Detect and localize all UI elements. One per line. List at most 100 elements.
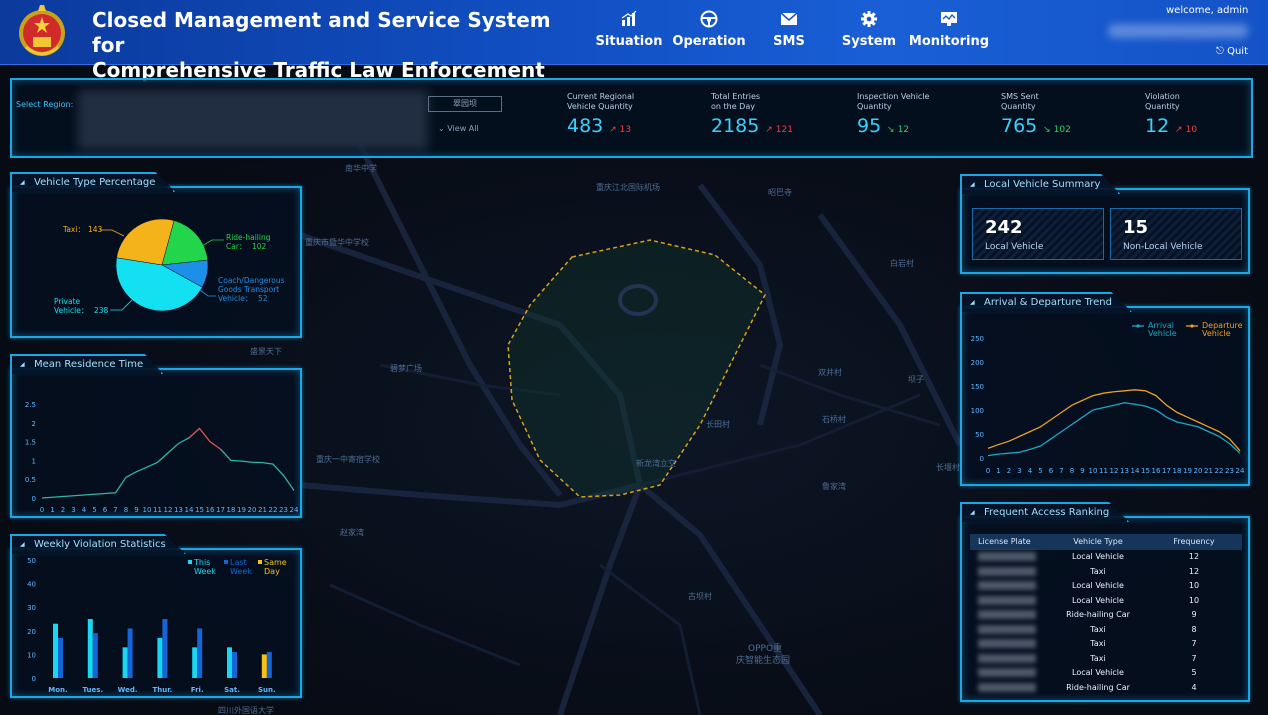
map-label: 重庆市暨华中学校	[305, 238, 369, 247]
table-row[interactable]: Ride-hailing Car 9	[970, 608, 1242, 623]
series-line	[220, 448, 295, 491]
vehicle-type-cell: Ride-hailing Car	[1066, 682, 1130, 692]
stat-label: Quantity	[857, 102, 892, 111]
license-plate-cell	[970, 652, 1050, 667]
pie-label: Vehicle：	[218, 294, 252, 303]
table-row[interactable]: Taxi 7	[970, 637, 1242, 652]
nonlocal-vehicle-count: 15	[1123, 217, 1149, 238]
stat-violation: Violation Quantity 12 ↗ 10	[1145, 92, 1268, 137]
bar	[122, 647, 128, 678]
monitor-icon	[941, 12, 957, 26]
logout-icon: ⎋	[1216, 46, 1228, 57]
trend-up-icon: ↗	[606, 125, 617, 135]
residence-time-panel: Mean Residence Time 2.521.510.5001234567…	[10, 354, 302, 518]
table-row[interactable]: Ride-hailing Car 4	[970, 681, 1242, 696]
pie-label: 52	[258, 294, 268, 303]
bar	[127, 628, 133, 678]
license-plate-cell	[970, 623, 1050, 638]
quit-button[interactable]: ⎋ Quit	[1216, 46, 1248, 57]
welcome-text: welcome, admin	[1166, 5, 1249, 16]
x-tick-label: 11	[1099, 467, 1108, 475]
x-tick-label: 7	[1059, 467, 1063, 475]
nonlocal-vehicle-label: Non-Local Vehicle	[1123, 242, 1203, 252]
license-plate-blurred	[978, 581, 1036, 590]
table-row[interactable]: Taxi 7	[970, 652, 1242, 667]
bar	[53, 623, 58, 678]
local-summary-panel: Local Vehicle Summary 242 Local Vehicle …	[960, 174, 1250, 274]
bar	[197, 628, 203, 678]
vehicle-type-cell: Ride-hailing Car	[1066, 610, 1130, 619]
region-button[interactable]: 翠园坝	[428, 96, 502, 112]
license-plate-cell	[970, 608, 1050, 623]
x-tick-label: 18	[1173, 467, 1182, 475]
x-tick-label: 11	[153, 506, 162, 514]
y-tick-label: 0	[32, 675, 36, 683]
gear-icon	[861, 11, 877, 27]
pie-label: Car：	[226, 242, 246, 251]
x-tick-label: 1	[50, 506, 54, 514]
table-row[interactable]: Taxi 8	[970, 623, 1242, 638]
x-tick-label: 10	[1089, 467, 1098, 475]
x-tick-label: 16	[1152, 467, 1161, 475]
nav-operation[interactable]: Operation	[669, 10, 749, 49]
table-row[interactable]: Local Vehicle 10	[970, 579, 1242, 594]
map-label: 重庆江北国际机场	[596, 183, 660, 192]
bar	[92, 633, 98, 678]
license-plate-blurred	[978, 668, 1036, 677]
map-label: 长堰村	[936, 463, 960, 472]
x-tick-label: 8	[124, 506, 128, 514]
x-tick-label: 7	[113, 506, 117, 514]
x-tick-label: 10	[143, 506, 152, 514]
stat-change: 10	[1185, 125, 1198, 135]
table-row[interactable]: Local Vehicle 5	[970, 666, 1242, 681]
bar	[261, 654, 267, 678]
legend-label: Last	[230, 558, 247, 567]
license-plate-cell	[970, 550, 1050, 565]
x-tick-label: 9	[134, 506, 138, 514]
nav-sms[interactable]: SMS	[749, 10, 829, 49]
stats-bar: Select Region: 翠园坝 ⌄ View All Current Re…	[10, 78, 1253, 158]
vehicle-type-cell: Local Vehicle	[1072, 581, 1124, 590]
nav-label: Operation	[672, 34, 746, 49]
view-all-button[interactable]: ⌄ View All	[438, 124, 479, 133]
x-tick-label: 22	[269, 506, 278, 514]
pie-label: Private	[54, 297, 81, 306]
x-tick-label: 15	[195, 506, 204, 514]
pie-label: Vehicle：	[54, 306, 88, 315]
pie-label: 143	[88, 225, 103, 234]
panel-title: Frequent Access Ranking	[960, 502, 1130, 522]
x-tick-label: 5	[92, 506, 96, 514]
weekly-violation-panel: Weekly Violation Statistics 50 40 30 20 10 0 M…	[10, 534, 302, 698]
map-label: 白岩村	[890, 259, 914, 268]
table-row[interactable]: Local Vehicle 12	[970, 550, 1242, 565]
y-tick-label: 0	[980, 455, 984, 463]
map-label: 鲁家湾	[822, 482, 846, 491]
panel-title: Local Vehicle Summary	[960, 174, 1121, 194]
frequency-cell: 10	[1188, 581, 1200, 590]
table-row[interactable]: Local Vehicle 10	[970, 594, 1242, 609]
access-ranking-panel: Frequent Access Ranking License Plate Ve…	[960, 502, 1250, 702]
stat-value: 2185	[711, 115, 760, 137]
stat-change: 121	[775, 125, 793, 135]
nav-label: Situation	[595, 34, 663, 49]
bar	[58, 637, 63, 678]
x-tick-label: 12	[164, 506, 173, 514]
region-list-blurred[interactable]	[78, 90, 428, 150]
bar	[157, 637, 163, 678]
nav-situation[interactable]: Situation	[589, 10, 669, 49]
x-tick-label: 12	[1110, 467, 1119, 475]
table-header: License Plate Vehicle Type Frequency	[970, 534, 1242, 550]
title-line-1: Closed Management and Service System for	[92, 8, 551, 57]
x-tick-label: 15	[1141, 467, 1150, 475]
legend-label: This	[193, 558, 210, 567]
x-tick-label: 24	[290, 506, 299, 514]
trend-down-icon: ↘	[884, 125, 895, 135]
x-tick-label: 20	[248, 506, 257, 514]
table-row[interactable]: Taxi 12	[970, 565, 1242, 580]
stat-value: 95	[857, 115, 882, 137]
nav-system[interactable]: System	[829, 10, 909, 49]
frequency-cell: 10	[1188, 595, 1200, 605]
y-tick-label: 1.5	[25, 439, 36, 447]
license-plate-cell	[970, 579, 1050, 594]
nav-monitoring[interactable]: Monitoring	[909, 10, 989, 49]
